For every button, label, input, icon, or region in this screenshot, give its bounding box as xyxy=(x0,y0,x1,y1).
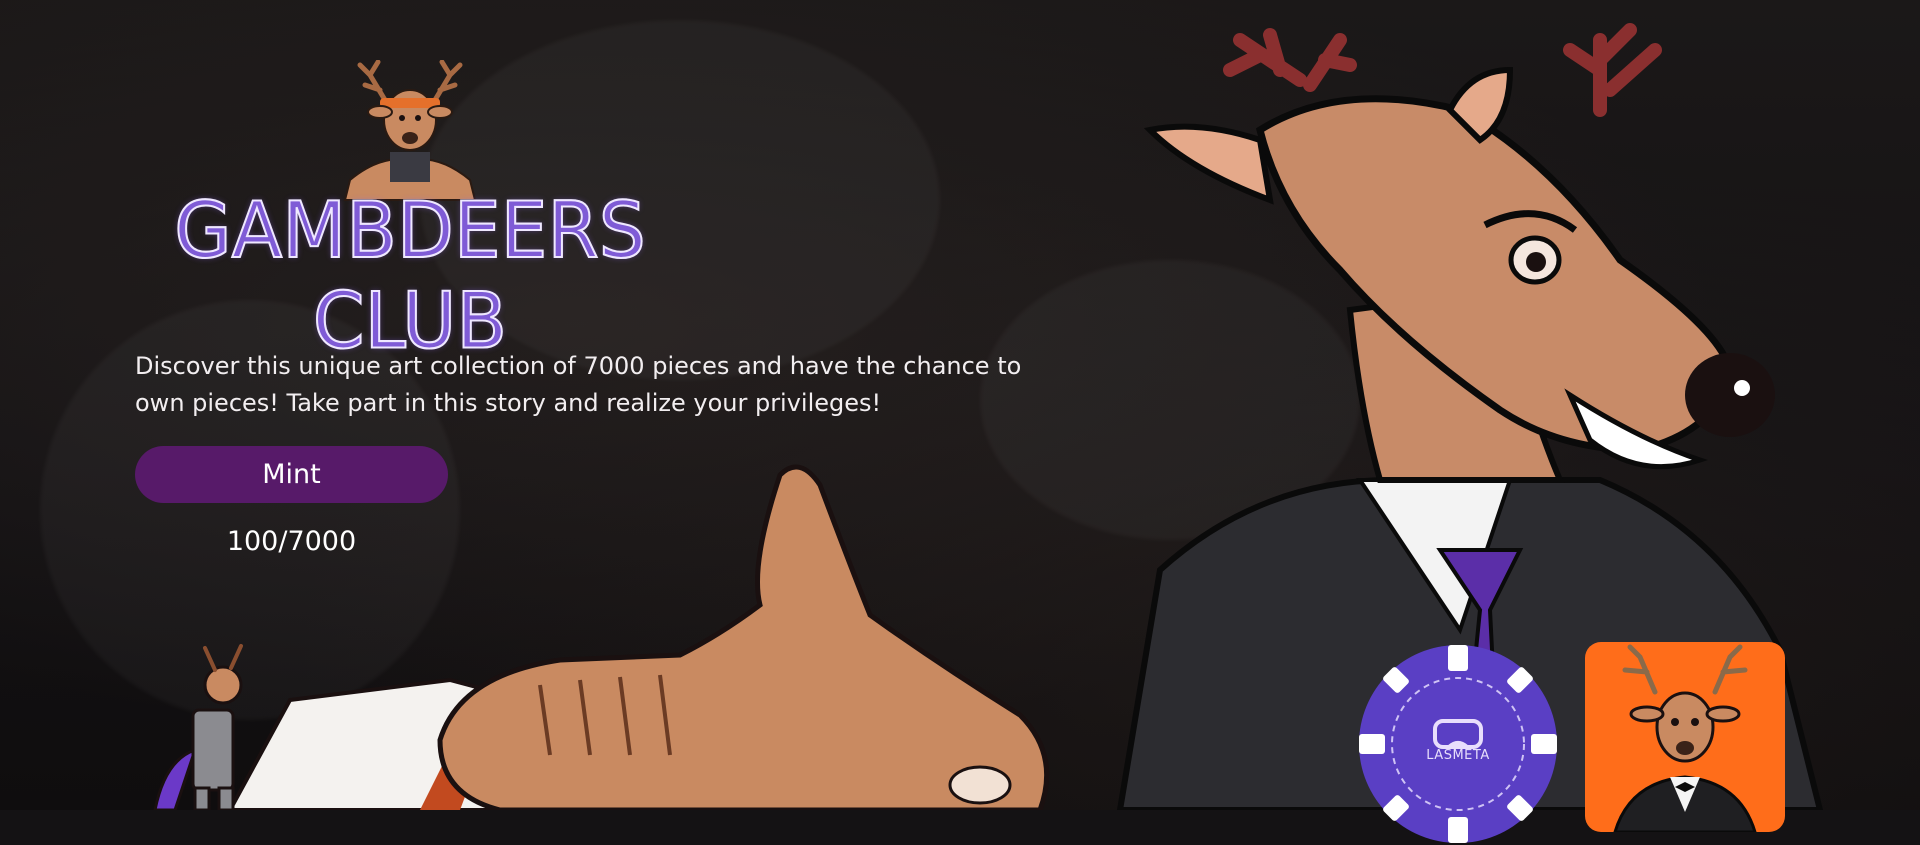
mint-button[interactable]: Mint xyxy=(135,446,448,503)
deer-tuxedo-portrait xyxy=(1613,644,1757,832)
hand-illustration xyxy=(437,464,1050,810)
nft-preview-card[interactable] xyxy=(1585,642,1785,832)
mint-count: 100/7000 xyxy=(226,526,357,557)
logo-wordmark: GAMBDEERS CLUB xyxy=(173,185,646,368)
site-logo[interactable]: GAMBDEERS CLUB xyxy=(140,60,680,367)
mini-deer-character xyxy=(153,644,243,810)
poker-chip-icon[interactable] xyxy=(1357,643,1559,845)
chip-label: LASMETA xyxy=(1426,748,1490,763)
hero-description: Discover this unique art collection of 7… xyxy=(135,352,1022,417)
